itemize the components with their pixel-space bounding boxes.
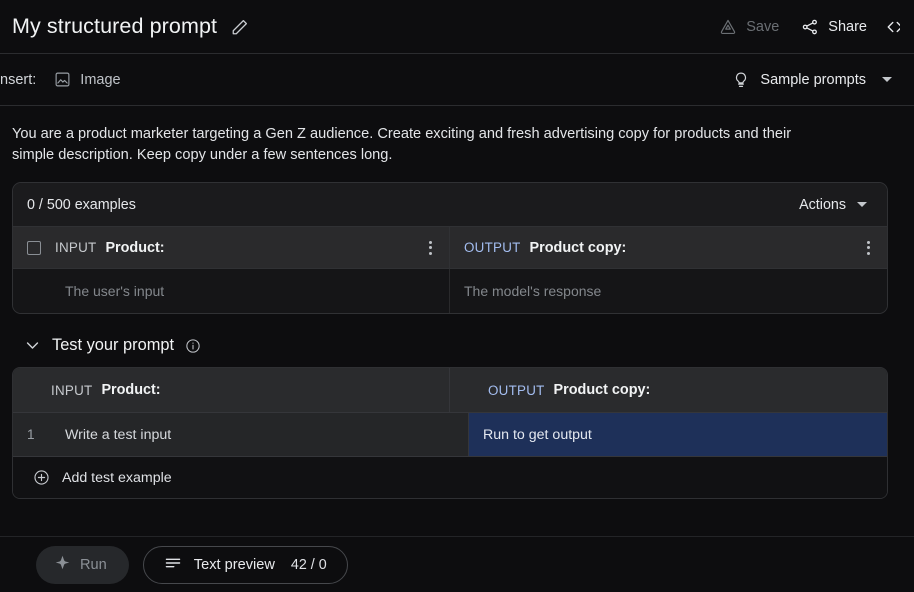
lightbulb-icon bbox=[732, 71, 750, 89]
test-column-header: INPUT Product: OUTPUT Product copy: bbox=[13, 368, 887, 412]
test-section-title: Test your prompt bbox=[52, 336, 175, 354]
run-button[interactable]: Run bbox=[36, 545, 129, 584]
table-row: 1 Write a test input Run to get output bbox=[13, 412, 887, 456]
input-placeholder-text: The user's input bbox=[65, 283, 165, 299]
examples-card-header: 0 / 500 examples Actions bbox=[13, 183, 887, 227]
bottom-toolbar: Run Text preview 42 / 0 bbox=[0, 536, 914, 592]
examples-output-column: OUTPUT Product copy: bbox=[450, 227, 887, 268]
examples-count: 0 / 500 examples bbox=[27, 196, 136, 213]
share-button[interactable]: Share bbox=[790, 11, 878, 43]
add-test-example-label: Add test example bbox=[62, 469, 172, 486]
examples-input-cell[interactable]: The user's input bbox=[13, 269, 450, 313]
cloud-save-icon bbox=[719, 18, 737, 36]
examples-card: 0 / 500 examples Actions INPUT Product: … bbox=[12, 182, 888, 314]
test-input-cell[interactable]: Write a test input bbox=[51, 413, 470, 456]
actions-button[interactable]: Actions bbox=[791, 192, 875, 218]
list-lines-icon bbox=[164, 555, 182, 575]
top-header-bar: My structured prompt Save Share bbox=[0, 0, 914, 54]
pencil-icon[interactable] bbox=[231, 18, 249, 36]
document-title-group: My structured prompt bbox=[12, 14, 708, 39]
save-button[interactable]: Save bbox=[708, 11, 790, 43]
header-actions: Save Share bbox=[708, 11, 900, 43]
image-icon bbox=[54, 71, 71, 88]
examples-output-cell[interactable]: The model's response bbox=[450, 269, 887, 313]
test-output-tag: OUTPUT bbox=[488, 382, 545, 398]
share-nodes-icon bbox=[801, 18, 819, 36]
test-input-field-name: Product: bbox=[101, 382, 161, 398]
sparkle-icon bbox=[54, 554, 71, 575]
insert-label: Insert: bbox=[0, 71, 37, 88]
test-output-cell[interactable]: Run to get output bbox=[469, 413, 887, 456]
code-view-button[interactable] bbox=[878, 11, 900, 43]
test-section-header: Test your prompt bbox=[12, 314, 888, 367]
output-placeholder-text: The model's response bbox=[464, 283, 602, 299]
add-test-example-button[interactable]: Add test example bbox=[13, 456, 887, 498]
examples-placeholder-row: The user's input The model's response bbox=[13, 269, 887, 313]
examples-column-header: INPUT Product: OUTPUT Product copy: bbox=[13, 227, 887, 269]
test-row-number: 1 bbox=[13, 413, 51, 456]
share-label: Share bbox=[828, 18, 867, 35]
insert-image-button[interactable]: Image bbox=[46, 66, 128, 93]
chevron-down-icon bbox=[882, 77, 892, 82]
insert-group: Insert: Image bbox=[0, 66, 724, 93]
input-tag: INPUT bbox=[55, 240, 97, 255]
actions-label: Actions bbox=[799, 196, 846, 213]
test-output-field-name: Product copy: bbox=[553, 382, 651, 398]
info-circle-icon[interactable] bbox=[185, 338, 201, 354]
plus-circle-icon bbox=[33, 469, 50, 486]
test-input-column: INPUT Product: bbox=[13, 368, 450, 412]
code-brackets-icon bbox=[886, 18, 900, 36]
insert-toolbar: Insert: Image Sample prompts bbox=[0, 54, 914, 106]
test-table: INPUT Product: OUTPUT Product copy: 1 Wr… bbox=[12, 367, 888, 499]
chevron-down-icon[interactable] bbox=[24, 337, 41, 354]
output-field-name[interactable]: Product copy: bbox=[530, 240, 627, 256]
test-output-column: OUTPUT Product copy: bbox=[450, 368, 887, 412]
test-input-tag: INPUT bbox=[51, 382, 93, 398]
insert-image-label: Image bbox=[80, 71, 121, 88]
select-all-checkbox[interactable] bbox=[27, 240, 41, 255]
sample-prompts-button[interactable]: Sample prompts bbox=[724, 65, 900, 95]
page-title: My structured prompt bbox=[12, 14, 218, 38]
run-label: Run bbox=[80, 556, 107, 573]
output-more-vertical-icon[interactable] bbox=[859, 239, 877, 257]
prompt-text-area[interactable]: You are a product marketer targeting a G… bbox=[0, 106, 844, 182]
save-label: Save bbox=[746, 18, 780, 35]
text-preview-count: 42 / 0 bbox=[290, 556, 327, 573]
chevron-down-icon bbox=[857, 202, 867, 207]
input-field-name[interactable]: Product: bbox=[105, 240, 164, 256]
input-more-vertical-icon[interactable] bbox=[421, 239, 439, 257]
sample-prompts-label: Sample prompts bbox=[760, 71, 866, 88]
examples-section: 0 / 500 examples Actions INPUT Product: … bbox=[0, 182, 914, 499]
output-tag: OUTPUT bbox=[464, 240, 521, 255]
app-root: My structured prompt Save Share Insert: … bbox=[0, 0, 914, 592]
examples-input-column: INPUT Product: bbox=[13, 227, 450, 268]
text-preview-label: Text preview bbox=[193, 556, 275, 573]
text-preview-button[interactable]: Text preview 42 / 0 bbox=[142, 545, 348, 584]
